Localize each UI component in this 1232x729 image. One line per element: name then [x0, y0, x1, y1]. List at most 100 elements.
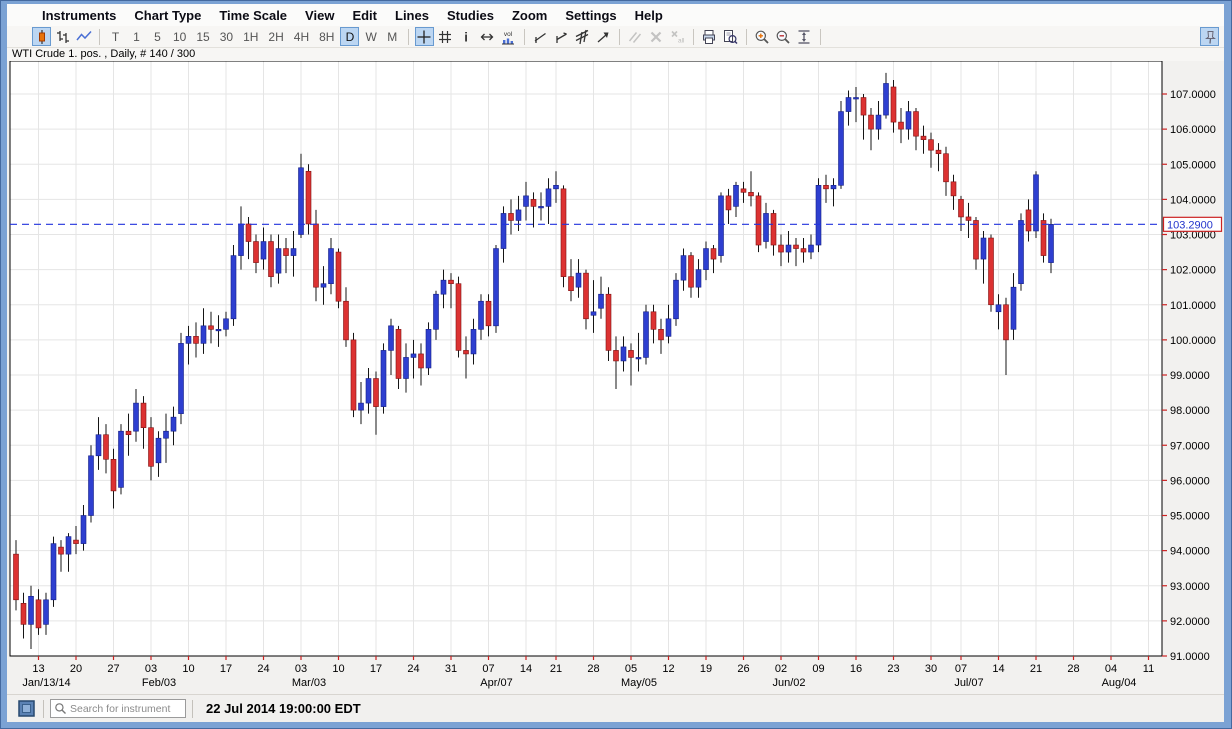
svg-text:Mar/03: Mar/03: [292, 677, 326, 689]
search-input[interactable]: [67, 703, 179, 715]
app-content: InstrumentsChart TypeTime ScaleViewEditL…: [7, 4, 1224, 722]
timescale-15min-button[interactable]: 15: [192, 27, 213, 46]
menu-time-scale[interactable]: Time Scale: [210, 6, 296, 25]
svg-text:102.0000: 102.0000: [1170, 265, 1216, 277]
zoom-out-button[interactable]: [774, 27, 793, 46]
svg-text:97.0000: 97.0000: [1170, 440, 1210, 452]
trendline-button[interactable]: [531, 27, 550, 46]
toolbar-separator: [524, 29, 525, 45]
arrow-tool-button[interactable]: [594, 27, 613, 46]
menu-help[interactable]: Help: [626, 6, 672, 25]
y-axis: 107.0000106.0000105.0000104.0000103.0000…: [1162, 89, 1216, 663]
timescale-1h-button[interactable]: 1H: [239, 27, 262, 46]
menu-lines[interactable]: Lines: [386, 6, 438, 25]
pin-toolbar-button[interactable]: [1200, 27, 1219, 46]
svg-text:Apr/07: Apr/07: [480, 677, 512, 689]
timescale-monthly-button[interactable]: M: [383, 27, 402, 46]
timescale-8h-button[interactable]: 8H: [315, 27, 338, 46]
svg-text:31: 31: [445, 663, 457, 675]
menu-studies[interactable]: Studies: [438, 6, 503, 25]
svg-text:24: 24: [257, 663, 269, 675]
svg-text:23: 23: [887, 663, 899, 675]
timescale-tick-button[interactable]: T: [106, 27, 125, 46]
menu-instruments[interactable]: Instruments: [33, 6, 125, 25]
svg-text:91.0000: 91.0000: [1170, 651, 1210, 663]
svg-text:28: 28: [1067, 663, 1079, 675]
svg-text:07: 07: [955, 663, 967, 675]
crosshair-button[interactable]: [415, 27, 434, 46]
fit-vertical-button[interactable]: [795, 27, 814, 46]
menu-settings[interactable]: Settings: [556, 6, 625, 25]
timescale-2h-button[interactable]: 2H: [264, 27, 287, 46]
horizontal-expand-button[interactable]: [478, 27, 497, 46]
svg-text:98.0000: 98.0000: [1170, 405, 1210, 417]
svg-text:May/05: May/05: [621, 677, 657, 689]
status-timestamp: 22 Jul 2014 19:00:00 EDT: [206, 701, 361, 716]
print-button[interactable]: [700, 27, 719, 46]
svg-text:13: 13: [32, 663, 44, 675]
parallel-lines-button[interactable]: [626, 27, 645, 46]
zoom-in-button[interactable]: [753, 27, 772, 46]
svg-text:103.2900: 103.2900: [1167, 219, 1213, 231]
info-button[interactable]: i: [457, 27, 476, 46]
channel-lines-button[interactable]: [573, 27, 592, 46]
svg-text:07: 07: [482, 663, 494, 675]
svg-text:09: 09: [812, 663, 824, 675]
toolbar-separator: [619, 29, 620, 45]
svg-text:96.0000: 96.0000: [1170, 475, 1210, 487]
svg-text:all: all: [678, 37, 685, 44]
delete-all-lines-button[interactable]: all: [668, 27, 687, 46]
timescale-weekly-button[interactable]: W: [361, 27, 380, 46]
svg-text:21: 21: [550, 663, 562, 675]
line-chart-button[interactable]: [74, 27, 93, 46]
svg-text:106.0000: 106.0000: [1170, 124, 1216, 136]
svg-text:Jun/02: Jun/02: [772, 677, 805, 689]
svg-text:14: 14: [520, 663, 532, 675]
svg-text:Aug/04: Aug/04: [1102, 677, 1137, 689]
svg-text:24: 24: [407, 663, 419, 675]
svg-text:i: i: [464, 29, 468, 44]
timescale-5min-button[interactable]: 5: [148, 27, 167, 46]
svg-text:17: 17: [220, 663, 232, 675]
svg-text:03: 03: [145, 663, 157, 675]
timescale-30min-button[interactable]: 30: [216, 27, 237, 46]
svg-text:94.0000: 94.0000: [1170, 546, 1210, 558]
svg-text:10: 10: [332, 663, 344, 675]
svg-text:02: 02: [775, 663, 787, 675]
timescale-1min-button[interactable]: 1: [127, 27, 146, 46]
timescale-10min-button[interactable]: 10: [169, 27, 190, 46]
delete-line-button[interactable]: [647, 27, 666, 46]
menu-zoom[interactable]: Zoom: [503, 6, 556, 25]
svg-text:11: 11: [1143, 663, 1154, 675]
svg-text:21: 21: [1030, 663, 1042, 675]
chart-title: WTI Crude 1. pos. , Daily, # 140 / 300: [7, 48, 1224, 61]
search-icon: [54, 702, 67, 715]
timescale-daily-button[interactable]: D: [340, 27, 359, 46]
menu-chart-type[interactable]: Chart Type: [125, 6, 210, 25]
svg-text:Jul/07: Jul/07: [954, 677, 983, 689]
ohlc-bars-button[interactable]: [53, 27, 72, 46]
svg-text:92.0000: 92.0000: [1170, 616, 1210, 628]
svg-text:05: 05: [625, 663, 637, 675]
last-price-marker: 103.2900: [1164, 217, 1222, 231]
app-window: InstrumentsChart TypeTime ScaleViewEditL…: [0, 0, 1232, 729]
svg-text:16: 16: [850, 663, 862, 675]
menu-edit[interactable]: Edit: [343, 6, 386, 25]
window-square-icon: [18, 700, 35, 717]
instrument-window-button[interactable]: [15, 698, 37, 720]
print-preview-button[interactable]: [721, 27, 740, 46]
svg-text:20: 20: [70, 663, 82, 675]
svg-text:26: 26: [737, 663, 749, 675]
svg-text:107.0000: 107.0000: [1170, 89, 1216, 101]
timescale-4h-button[interactable]: 4H: [290, 27, 313, 46]
svg-text:104.0000: 104.0000: [1170, 194, 1216, 206]
candlestick-chart-button[interactable]: [32, 27, 51, 46]
toolbar-separator: [99, 29, 100, 45]
statusbar-separator-2: [192, 700, 193, 718]
svg-text:93.0000: 93.0000: [1170, 581, 1210, 593]
menu-view[interactable]: View: [296, 6, 343, 25]
volume-button[interactable]: vol: [499, 27, 518, 46]
grid-button[interactable]: [436, 27, 455, 46]
ray-line-button[interactable]: [552, 27, 571, 46]
x-axis: 13Jan/13/14202703Feb/0310172403Mar/03101…: [22, 656, 1154, 689]
